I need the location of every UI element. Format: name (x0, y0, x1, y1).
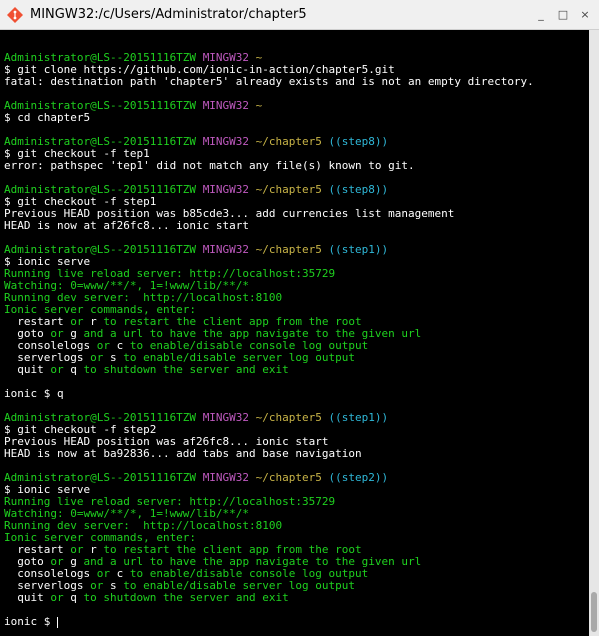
output-line: HEAD is now at af26fc8... ionic start (4, 219, 250, 232)
prompt-branch: ((step1)) (328, 411, 389, 424)
prompt-branch: ((step2)) (328, 471, 389, 484)
prompt-env: MINGW32 (202, 183, 250, 196)
prompt-line: Administrator@LS--20151116TZW MINGW32 ~/… (4, 244, 589, 256)
terminal-output[interactable]: Administrator@LS--20151116TZW MINGW32 ~ $… (0, 30, 589, 636)
prompt-line: Administrator@LS--20151116TZW MINGW32 ~/… (4, 472, 589, 484)
command-line: $ cd chapter5 (4, 111, 91, 124)
output-line: ionic $ q (4, 387, 64, 400)
title-bar[interactable]: MINGW32:/c/Users/Administrator/chapter5 … (0, 0, 599, 30)
server-command-help-line: quit or q to shutdown the server and exi… (4, 592, 589, 604)
vertical-scrollbar[interactable] (589, 30, 599, 636)
command-keyword: q (70, 591, 77, 604)
prompt-env: MINGW32 (202, 99, 250, 112)
command-description: or (43, 363, 71, 376)
input-line: ionic $ (4, 616, 589, 628)
output-line: error: pathspec 'tep1' did not match any… (4, 159, 415, 172)
git-bash-icon (7, 6, 23, 23)
server-command-help-line: quit or q to shutdown the server and exi… (4, 364, 589, 376)
command-description: to shutdown the server and exit (76, 363, 289, 376)
prompt-env: MINGW32 (202, 243, 250, 256)
command-keyword: quit (4, 363, 44, 376)
prompt-branch: ((step8)) (328, 183, 389, 196)
prompt-path: ~/chapter5 (255, 471, 322, 484)
maximize-button[interactable]: □ (555, 6, 571, 22)
minimize-button[interactable]: _ (533, 6, 549, 22)
scrollbar-thumb[interactable] (591, 592, 597, 632)
command-keyword: quit (4, 591, 44, 604)
output-line: HEAD is now at ba92836... add tabs and b… (4, 447, 362, 460)
close-button[interactable]: × (577, 6, 593, 22)
prompt-path: ~/chapter5 (255, 135, 322, 148)
window-title: MINGW32:/c/Users/Administrator/chapter5 (30, 7, 307, 22)
prompt-path: ~ (255, 99, 263, 112)
prompt-env: MINGW32 (202, 411, 250, 424)
prompt-env: MINGW32 (202, 135, 250, 148)
text-cursor (56, 616, 58, 628)
prompt-path: ~/chapter5 (255, 183, 322, 196)
command-description: or (43, 591, 71, 604)
terminal-window: MINGW32:/c/Users/Administrator/chapter5 … (0, 0, 599, 636)
prompt-branch: ((step1)) (328, 243, 389, 256)
input-prompt: ionic $ (4, 615, 57, 628)
command-keyword: q (70, 363, 77, 376)
prompt-line: Administrator@LS--20151116TZW MINGW32 ~ (4, 100, 589, 112)
prompt-path: ~/chapter5 (255, 411, 322, 424)
command-description: to shutdown the server and exit (76, 591, 289, 604)
prompt-path: ~/chapter5 (255, 243, 322, 256)
prompt-branch: ((step8)) (328, 135, 389, 148)
window-controls: _ □ × (533, 6, 593, 22)
prompt-env: MINGW32 (202, 471, 250, 484)
output-line: fatal: destination path 'chapter5' alrea… (4, 75, 534, 88)
